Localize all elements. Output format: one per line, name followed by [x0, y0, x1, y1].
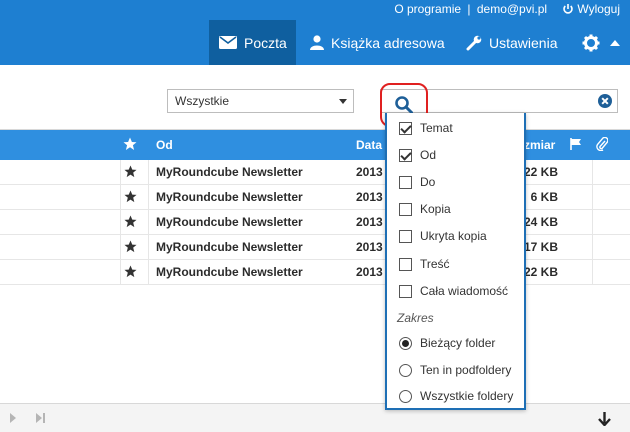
message-date: 2013 [356, 265, 383, 279]
search-field-entire-message[interactable]: Cała wiadomość [399, 283, 508, 299]
clear-search-icon[interactable] [598, 94, 612, 108]
message-list: MyRoundcube Newsletter 2013 22 KB MyRoun… [0, 160, 630, 285]
scope-option-label: Bieżący folder [420, 336, 496, 350]
to-checkbox[interactable] [399, 175, 412, 189]
message-date: 2013 [356, 165, 383, 179]
all-folders-radio[interactable] [399, 389, 412, 403]
message-date: 2013 [356, 240, 383, 254]
star-icon[interactable] [124, 240, 137, 253]
search-field-label: Od [420, 148, 437, 162]
toolbar: Wszystkie [0, 65, 630, 130]
nav-mail[interactable]: Poczta [209, 20, 296, 65]
scope-option-label: Wszystkie foldery [420, 389, 514, 403]
search-icon [395, 96, 413, 114]
scope-heading: Zakres [397, 311, 434, 325]
search-field-label: Do [420, 175, 436, 189]
power-icon [563, 4, 574, 14]
star-icon[interactable] [124, 190, 137, 203]
message-from: MyRoundcube Newsletter [156, 165, 303, 179]
subject-checkbox[interactable] [399, 121, 412, 135]
message-row[interactable]: MyRoundcube Newsletter 2013 22 KB [0, 160, 630, 185]
scope-current-folder[interactable]: Bieżący folder [399, 335, 495, 351]
logout-button[interactable]: Wyloguj [562, 2, 620, 16]
message-from: MyRoundcube Newsletter [156, 240, 303, 254]
search-field-subject[interactable]: Temat [399, 120, 453, 136]
search-field-label: Temat [420, 121, 453, 135]
search-field-label: Ukryta kopia [420, 229, 487, 243]
entire-message-checkbox[interactable] [399, 284, 412, 298]
arrow-down-icon[interactable] [598, 412, 611, 426]
star-header-icon[interactable] [123, 137, 137, 151]
message-from: MyRoundcube Newsletter [156, 190, 303, 204]
star-icon[interactable] [124, 215, 137, 228]
current-folder-radio[interactable] [399, 336, 412, 350]
about-link[interactable]: O programie [394, 2, 461, 16]
message-row[interactable]: MyRoundcube Newsletter 2013 6 KB [0, 185, 630, 210]
message-from: MyRoundcube Newsletter [156, 215, 303, 229]
search-field-label: Cała wiadomość [420, 284, 509, 298]
star-icon[interactable] [124, 265, 137, 278]
cc-checkbox[interactable] [399, 202, 412, 216]
message-row[interactable]: MyRoundcube Newsletter 2013 24 KB [0, 210, 630, 235]
message-row[interactable]: MyRoundcube Newsletter 2013 17 KB [0, 235, 630, 260]
next-page-icon[interactable] [9, 413, 17, 423]
nav-mail-label: Poczta [244, 34, 287, 51]
message-size: 22 KB [523, 265, 558, 279]
message-from: MyRoundcube Newsletter [156, 265, 303, 279]
last-page-icon[interactable] [35, 413, 46, 423]
star-icon[interactable] [124, 165, 137, 178]
attachment-icon[interactable] [596, 137, 608, 151]
nav-settings[interactable]: Ustawienia [466, 20, 557, 65]
envelope-icon [219, 36, 237, 49]
app-header: O programie | demo@pvi.pl Wyloguj Poczta… [0, 0, 630, 65]
top-links: O programie | demo@pvi.pl Wyloguj [394, 2, 620, 16]
nav-addressbook[interactable]: Książka adresowa [310, 20, 445, 65]
column-size[interactable]: zmiar [524, 138, 555, 152]
filter-select[interactable]: Wszystkie [167, 89, 354, 113]
bcc-checkbox[interactable] [399, 229, 412, 243]
wrench-icon [466, 35, 482, 50]
scope-option-label: Ten in podfoldery [420, 363, 512, 377]
separator: | [467, 2, 471, 16]
message-list-header: Od Data zmiar [0, 130, 630, 160]
message-size: 22 KB [523, 165, 558, 179]
main-nav: Poczta Książka adresowa Ustawienia [0, 20, 630, 65]
message-date: 2013 [356, 190, 383, 204]
search-field-label: Treść [420, 257, 450, 271]
message-size: 17 KB [523, 240, 558, 254]
filter-value: Wszystkie [175, 94, 229, 108]
search-field-to[interactable]: Do [399, 174, 435, 190]
search-field-from[interactable]: Od [399, 147, 436, 163]
search-field-label: Kopia [420, 202, 451, 216]
chevron-down-icon [339, 99, 347, 104]
caret-up-icon [610, 40, 620, 46]
body-checkbox[interactable] [399, 257, 412, 271]
nav-addressbook-label: Książka adresowa [331, 34, 445, 51]
column-from[interactable]: Od [156, 138, 173, 152]
subfolders-radio[interactable] [399, 363, 412, 377]
search-field-body[interactable]: Treść [399, 256, 450, 272]
flag-icon[interactable] [570, 138, 582, 150]
nav-settings-label: Ustawienia [489, 34, 558, 51]
message-date: 2013 [356, 215, 383, 229]
user-icon [310, 35, 324, 50]
logout-label: Wyloguj [577, 2, 620, 16]
scope-all-folders[interactable]: Wszystkie foldery [399, 388, 513, 404]
message-size: 6 KB [530, 190, 558, 204]
list-footer [0, 403, 630, 432]
gear-icon [582, 34, 600, 51]
search-options-menu: Temat Od Do Kopia Ukryta kopia Treść Cał… [385, 113, 526, 410]
from-checkbox[interactable] [399, 148, 412, 162]
column-date[interactable]: Data [356, 138, 382, 152]
message-row[interactable]: MyRoundcube Newsletter 2013 22 KB [0, 260, 630, 285]
message-size: 24 KB [523, 215, 558, 229]
search-field-bcc[interactable]: Ukryta kopia [399, 228, 487, 244]
scope-subfolders[interactable]: Ten in podfoldery [399, 362, 511, 378]
search-field-cc[interactable]: Kopia [399, 201, 451, 217]
user-email[interactable]: demo@pvi.pl [477, 2, 547, 16]
gear-menu-button[interactable] [582, 20, 627, 65]
